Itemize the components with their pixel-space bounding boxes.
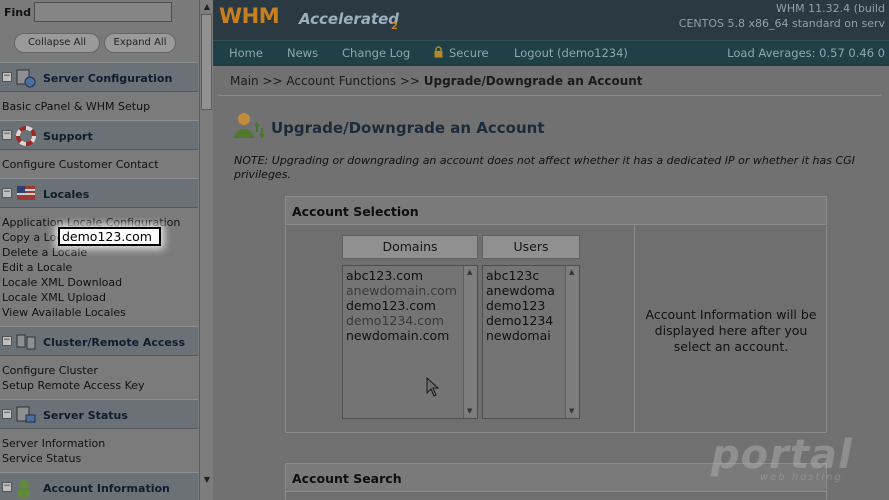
users-column-header: Users (482, 235, 580, 259)
find-label: Find (4, 6, 31, 19)
section-header-account-information[interactable]: − Account Information (0, 472, 198, 500)
sidebar-link-locale-xml-download[interactable]: Locale XML Download (2, 276, 122, 289)
collapse-toggle-icon[interactable]: − (2, 409, 12, 419)
section-title: Server Configuration (43, 72, 173, 85)
find-bar: Find Collapse All Expand All (0, 0, 200, 60)
scroll-down-arrow-icon[interactable]: ▼ (467, 407, 472, 415)
section-title: Server Status (43, 409, 128, 422)
nav-news[interactable]: News (287, 46, 318, 60)
server-config-icon (16, 69, 36, 88)
scroll-thumb[interactable] (201, 14, 212, 110)
account-selection-panel: Account Selection Domains Users abc123.c… (285, 196, 827, 433)
list-item[interactable]: demo123.com (346, 298, 436, 313)
mouse-cursor-icon (426, 377, 440, 397)
breadcrumb-main[interactable]: Main (230, 74, 259, 88)
list-item[interactable]: anewdomain.com (346, 283, 457, 298)
breadcrumb-current: Upgrade/Downgrade an Account (423, 74, 643, 88)
breadcrumb-account-functions[interactable]: Account Functions (286, 74, 396, 88)
list-item[interactable]: newdomain.com (346, 328, 449, 343)
logo-version-mark: 2 (391, 21, 398, 32)
sidebar-link-edit-locale[interactable]: Edit a Locale (2, 261, 72, 274)
breadcrumb-separator: >> (399, 74, 420, 88)
panel-title: Account Selection (286, 197, 826, 225)
section-title: Locales (43, 188, 90, 201)
list-item[interactable]: demo1234.com (346, 313, 444, 328)
collapse-toggle-icon[interactable]: − (2, 130, 12, 140)
logo-accelerated: Accelerated (299, 10, 400, 28)
page-title: Upgrade/Downgrade an Account (271, 119, 545, 137)
sidebar-link-customer-contact[interactable]: Configure Customer Contact (2, 158, 159, 171)
sidebar-link-basic-setup[interactable]: Basic cPanel & WHM Setup (2, 100, 150, 113)
lifebuoy-icon (16, 126, 36, 146)
upgrade-note: NOTE: Upgrading or downgrading an accoun… (234, 154, 855, 181)
section-header-locales[interactable]: − Locales (0, 178, 198, 208)
collapse-toggle-icon[interactable]: − (2, 482, 12, 492)
breadcrumb: Main >> Account Functions >> Upgrade/Dow… (230, 74, 643, 88)
find-input[interactable] (34, 2, 172, 22)
version-text: WHM 11.32.4 (build (776, 2, 885, 15)
column-divider (634, 225, 635, 433)
logo-whm: WHM (219, 4, 280, 28)
nav-logout[interactable]: Logout (demo1234) (514, 46, 628, 60)
user-upgrade-icon (234, 113, 265, 138)
collapse-toggle-icon[interactable]: − (2, 188, 12, 198)
sidebar: Find Collapse All Expand All − Server Co… (0, 0, 213, 500)
sidebar-link-delete-locale[interactable]: Delete a Locale (2, 246, 87, 259)
nav-change-log[interactable]: Change Log (342, 46, 410, 60)
collapse-all-button[interactable]: Collapse All (14, 33, 100, 53)
domains-listbox[interactable]: abc123.com anewdomain.com demo123.com de… (342, 265, 478, 419)
section-title: Support (43, 130, 93, 143)
scroll-down-arrow-icon[interactable]: ▼ (569, 407, 574, 415)
account-info-icon (18, 480, 30, 498)
list-item[interactable]: demo123 (486, 298, 545, 313)
scroll-down-arrow-icon[interactable]: ▼ (202, 475, 212, 485)
section-header-server-status[interactable]: − Server Status (0, 399, 198, 429)
sidebar-link-locale-xml-upload[interactable]: Locale XML Upload (2, 291, 106, 304)
section-header-support[interactable]: − Support (0, 120, 198, 150)
divider (219, 95, 881, 96)
sidebar-scrollbar[interactable]: ▲ ▼ (199, 0, 213, 500)
os-text: CENTOS 5.8 x86_64 standard on serv (678, 17, 885, 30)
breadcrumb-separator: >> (262, 74, 283, 88)
top-nav: Home News Change Log Secure Logout (demo… (213, 40, 889, 66)
flag-icon (17, 186, 35, 200)
nav-secure[interactable]: Secure (449, 46, 489, 60)
scroll-up-arrow-icon[interactable]: ▲ (467, 268, 472, 276)
app-header: WHM Accelerated 2 WHM 11.32.4 (build CEN… (213, 0, 889, 40)
portal-watermark-subtitle: web hosting (760, 472, 843, 483)
list-item[interactable]: abc123c (486, 268, 539, 283)
lock-icon (434, 46, 443, 58)
server-status-icon (16, 406, 36, 423)
sidebar-link-remote-access-key[interactable]: Setup Remote Access Key (2, 379, 145, 392)
section-header-cluster-remote-access[interactable]: − Cluster/Remote Access (0, 326, 198, 356)
nav-home[interactable]: Home (229, 46, 263, 60)
sidebar-link-server-information[interactable]: Server Information (2, 437, 105, 450)
list-item[interactable]: abc123.com (346, 268, 423, 283)
scroll-up-arrow-icon[interactable]: ▲ (569, 268, 574, 276)
collapse-toggle-icon[interactable]: − (2, 72, 12, 82)
highlighted-domain-item[interactable]: demo123.com (58, 227, 161, 246)
sidebar-link-view-locales[interactable]: View Available Locales (2, 306, 126, 319)
list-item[interactable]: newdomai (486, 328, 551, 343)
sidebar-link-service-status[interactable]: Service Status (2, 452, 81, 465)
cluster-icon (16, 334, 36, 350)
list-item[interactable]: demo1234 (486, 313, 553, 328)
account-info-placeholder: Account Information will be displayed he… (645, 307, 817, 354)
listbox-scrollbar[interactable]: ▲ ▼ (463, 266, 477, 418)
section-header-server-configuration[interactable]: − Server Configuration (0, 62, 198, 92)
users-listbox[interactable]: abc123c anewdoma demo123 demo1234 newdom… (482, 265, 580, 419)
load-averages: Load Averages: 0.57 0.46 0 (727, 46, 885, 60)
section-title: Cluster/Remote Access (43, 336, 185, 349)
screen: Find Collapse All Expand All − Server Co… (0, 0, 889, 500)
section-title: Account Information (43, 482, 170, 495)
domains-column-header: Domains (342, 235, 478, 259)
sidebar-link-configure-cluster[interactable]: Configure Cluster (2, 364, 98, 377)
list-item[interactable]: anewdoma (486, 283, 555, 298)
listbox-scrollbar[interactable]: ▲ ▼ (565, 266, 579, 418)
collapse-toggle-icon[interactable]: − (2, 336, 12, 346)
scroll-up-arrow-icon[interactable]: ▲ (202, 2, 212, 12)
expand-all-button[interactable]: Expand All (104, 33, 176, 53)
